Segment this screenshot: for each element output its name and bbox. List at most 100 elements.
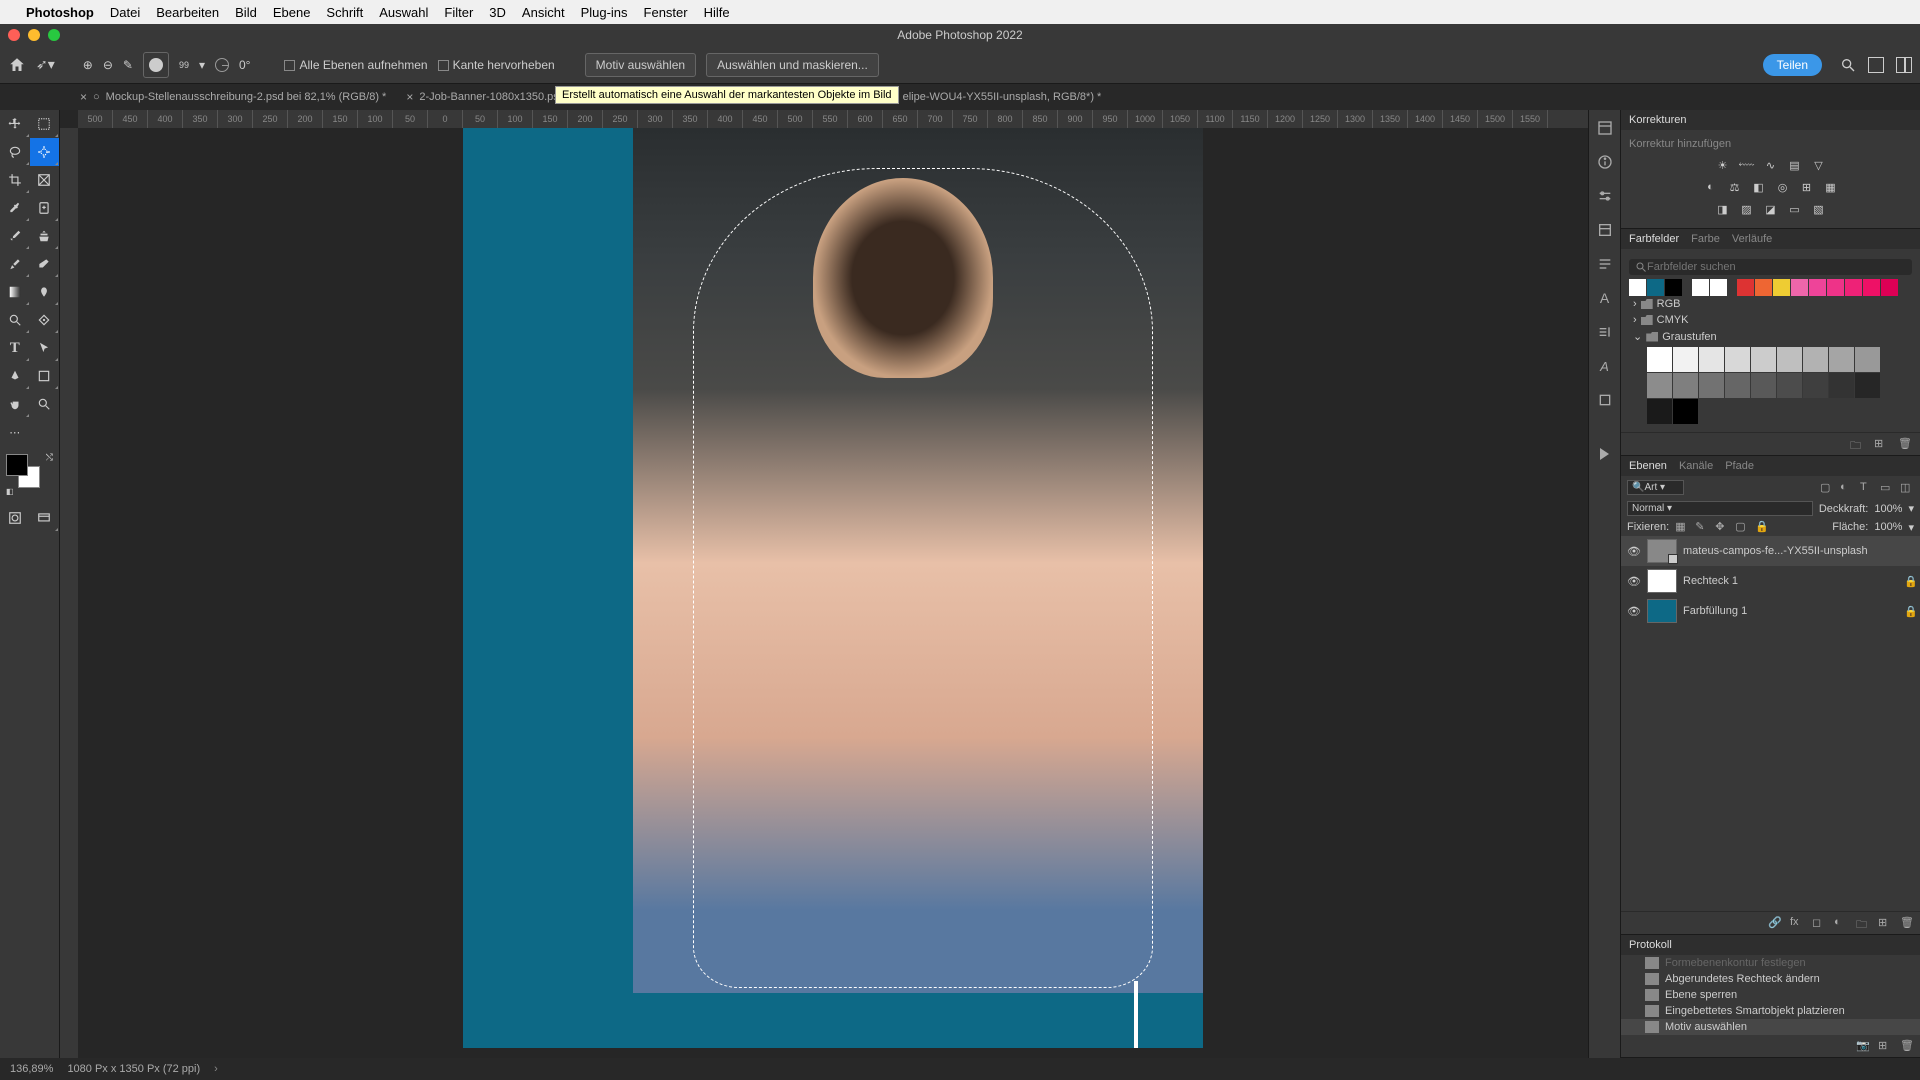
color-balance-icon[interactable]: ⚖ bbox=[1726, 178, 1744, 196]
vertical-ruler[interactable] bbox=[60, 128, 78, 1058]
swatch[interactable] bbox=[1803, 347, 1828, 372]
default-colors-icon[interactable]: ◧ bbox=[6, 487, 14, 496]
properties-panel-icon[interactable] bbox=[1597, 120, 1613, 136]
new-swatch-icon[interactable]: ⊞ bbox=[1874, 437, 1888, 451]
document-dimensions[interactable]: 1080 Px x 1350 Px (72 ppi) bbox=[67, 1063, 200, 1075]
swatch[interactable] bbox=[1855, 373, 1880, 398]
adjustments-panel-icon[interactable] bbox=[1597, 188, 1613, 204]
lasso-tool[interactable] bbox=[0, 138, 30, 166]
swatch-folder-rgb[interactable]: ›RGB bbox=[1629, 296, 1912, 312]
close-tab-icon[interactable]: × bbox=[406, 90, 413, 104]
libraries-panel-icon[interactable] bbox=[1597, 222, 1613, 238]
delete-layer-icon[interactable]: 🗑 bbox=[1900, 916, 1914, 930]
swatch[interactable] bbox=[1855, 347, 1880, 372]
menu-edit[interactable]: Bearbeiten bbox=[156, 5, 219, 20]
path-selection-tool[interactable] bbox=[30, 334, 60, 362]
swatch[interactable] bbox=[1827, 279, 1844, 296]
invert-icon[interactable]: ◨ bbox=[1714, 200, 1732, 218]
channels-tab[interactable]: Kanäle bbox=[1679, 460, 1713, 472]
add-selection-icon[interactable]: ⊕ bbox=[83, 58, 93, 72]
swatch[interactable] bbox=[1665, 279, 1682, 296]
swatch[interactable] bbox=[1725, 347, 1750, 372]
levels-icon[interactable]: ⬳ bbox=[1738, 156, 1756, 174]
foreground-background-colors[interactable]: ⤭ ◧ bbox=[4, 452, 55, 496]
enhance-edge-checkbox[interactable]: Kante hervorheben bbox=[438, 58, 555, 72]
layer-effects-icon[interactable]: fx bbox=[1790, 916, 1804, 930]
blur-tool[interactable] bbox=[30, 306, 60, 334]
history-item[interactable]: Abgerundetes Rechteck ändern bbox=[1621, 971, 1920, 987]
lock-all-icon[interactable]: 🔒 bbox=[1755, 520, 1769, 534]
menu-filter[interactable]: Filter bbox=[444, 5, 473, 20]
select-and-mask-button[interactable]: Auswählen und maskieren... bbox=[706, 53, 879, 77]
healing-brush-tool[interactable] bbox=[30, 194, 60, 222]
menu-view[interactable]: Ansicht bbox=[522, 5, 565, 20]
swatch[interactable] bbox=[1755, 279, 1772, 296]
swatch-search[interactable] bbox=[1629, 259, 1912, 275]
crop-tool[interactable] bbox=[0, 166, 30, 194]
artboard[interactable] bbox=[463, 128, 1203, 1048]
brightness-contrast-icon[interactable]: ☀ bbox=[1714, 156, 1732, 174]
layer-thumbnail[interactable] bbox=[1647, 599, 1677, 623]
swatch-search-input[interactable] bbox=[1647, 261, 1906, 273]
swatch[interactable] bbox=[1737, 279, 1754, 296]
fill-value[interactable]: 100% bbox=[1874, 521, 1902, 533]
swatch[interactable] bbox=[1647, 347, 1672, 372]
swap-colors-icon[interactable]: ⤭ bbox=[46, 452, 53, 463]
layer-row[interactable]: 👁 Rechteck 1 🔒 bbox=[1621, 566, 1920, 596]
black-white-icon[interactable]: ◧ bbox=[1750, 178, 1768, 196]
swatch[interactable] bbox=[1751, 347, 1776, 372]
blend-mode-select[interactable]: Normal ▾ bbox=[1627, 501, 1813, 516]
layer-name[interactable]: Farbfüllung 1 bbox=[1683, 605, 1898, 617]
swatch[interactable] bbox=[1829, 373, 1854, 398]
frame-tool[interactable] bbox=[30, 166, 60, 194]
swatch[interactable] bbox=[1647, 399, 1672, 424]
lock-pixels-icon[interactable]: ✎ bbox=[1695, 520, 1709, 534]
zoom-level[interactable]: 136,89% bbox=[10, 1063, 53, 1075]
glyphs-panel-icon[interactable]: A bbox=[1597, 358, 1613, 374]
photo-filter-icon[interactable]: ◎ bbox=[1774, 178, 1792, 196]
screen-mode-icon[interactable] bbox=[30, 504, 60, 532]
new-state-icon[interactable]: ⊞ bbox=[1878, 1039, 1892, 1053]
swatch[interactable] bbox=[1777, 347, 1802, 372]
threshold-icon[interactable]: ◪ bbox=[1762, 200, 1780, 218]
gradient-map-icon[interactable]: ▭ bbox=[1786, 200, 1804, 218]
info-panel-icon[interactable] bbox=[1597, 154, 1613, 170]
eyedropper-tool[interactable] bbox=[0, 194, 30, 222]
menu-plugins[interactable]: Plug-ins bbox=[581, 5, 628, 20]
paragraph-styles-icon[interactable] bbox=[1597, 324, 1613, 340]
delete-swatch-icon[interactable]: 🗑 bbox=[1898, 437, 1912, 451]
layer-filter-kind[interactable]: 🔍Art ▾ bbox=[1627, 480, 1684, 495]
gradient-tool[interactable] bbox=[0, 278, 30, 306]
swatch[interactable] bbox=[1629, 279, 1646, 296]
canvas-area[interactable]: 5004504003503002502001501005005010015020… bbox=[60, 110, 1588, 1058]
lock-position-icon[interactable]: ✥ bbox=[1715, 520, 1729, 534]
swatch[interactable] bbox=[1673, 373, 1698, 398]
visibility-icon[interactable]: 👁 bbox=[1627, 605, 1641, 618]
type-tool[interactable]: T bbox=[0, 334, 30, 362]
actions-panel-icon[interactable] bbox=[1597, 446, 1613, 462]
menu-image[interactable]: Bild bbox=[235, 5, 257, 20]
swatch[interactable] bbox=[1710, 279, 1727, 296]
menu-help[interactable]: Hilfe bbox=[704, 5, 730, 20]
menu-3d[interactable]: 3D bbox=[489, 5, 506, 20]
filter-shape-icon[interactable]: ▭ bbox=[1880, 481, 1894, 495]
layer-name[interactable]: Rechteck 1 bbox=[1683, 575, 1898, 587]
swatch-folder-grayscale[interactable]: ⌄Graustufen bbox=[1629, 328, 1912, 345]
menu-file[interactable]: Datei bbox=[110, 5, 140, 20]
swatch[interactable] bbox=[1791, 279, 1808, 296]
exposure-icon[interactable]: ▤ bbox=[1786, 156, 1804, 174]
swatch[interactable] bbox=[1881, 279, 1898, 296]
visibility-icon[interactable]: 👁 bbox=[1627, 545, 1641, 558]
app-menu[interactable]: Photoshop bbox=[26, 5, 94, 20]
swatch[interactable] bbox=[1699, 347, 1724, 372]
styles-panel-icon[interactable] bbox=[1597, 392, 1613, 408]
menu-select[interactable]: Auswahl bbox=[379, 5, 428, 20]
swatch[interactable] bbox=[1647, 373, 1672, 398]
adjustments-tab[interactable]: Korrekturen bbox=[1629, 114, 1686, 126]
swatch[interactable] bbox=[1845, 279, 1862, 296]
clone-stamp-tool[interactable] bbox=[30, 222, 60, 250]
lock-icon[interactable]: 🔒 bbox=[1904, 575, 1914, 588]
paths-tab[interactable]: Pfade bbox=[1725, 460, 1754, 472]
swatches-tab[interactable]: Farbfelder bbox=[1629, 233, 1679, 245]
arrange-icon[interactable] bbox=[1896, 57, 1912, 73]
